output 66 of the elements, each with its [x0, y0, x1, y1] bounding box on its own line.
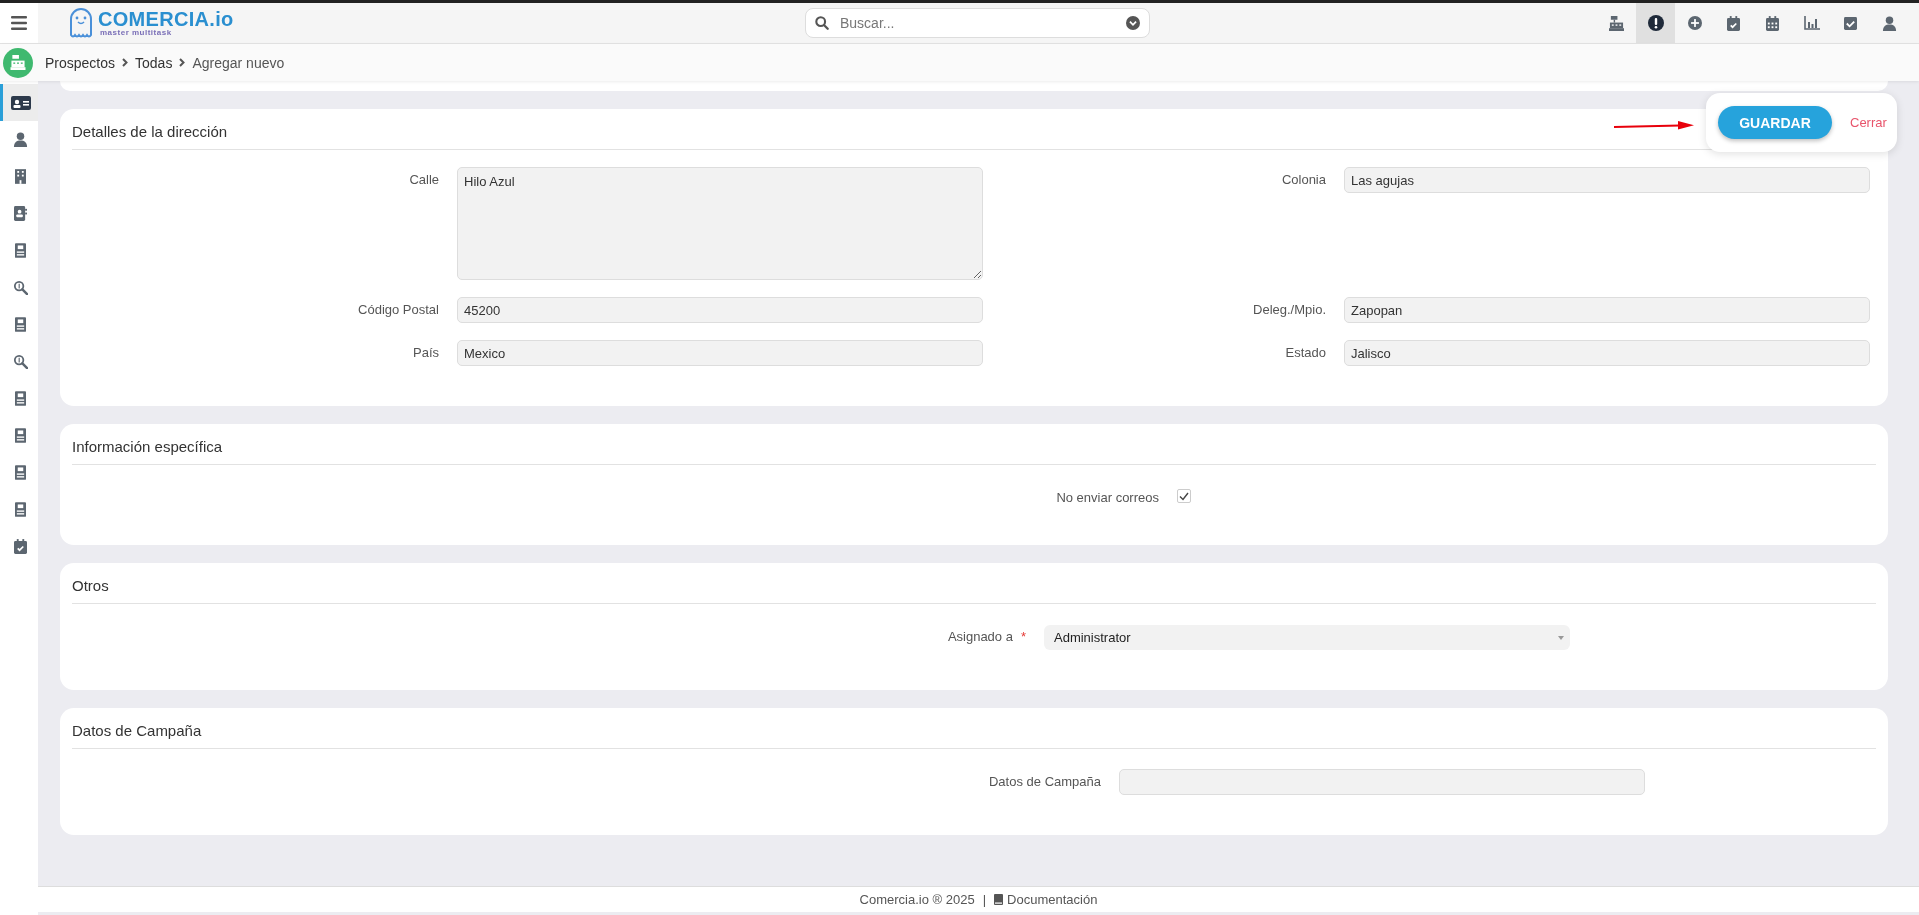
module-badge-icon: [3, 47, 33, 78]
document-icon: [15, 465, 26, 480]
document-icon: [15, 502, 26, 517]
logo-text: COMERCIA.io: [98, 9, 234, 29]
toolbar-button[interactable]: [1636, 3, 1675, 43]
mascot-logo-icon: [68, 7, 94, 39]
select-field[interactable]: Administrator: [1044, 625, 1570, 650]
book-icon: [994, 894, 1004, 905]
input-field[interactable]: Zapopan: [1344, 297, 1870, 323]
input-field[interactable]: Mexico: [457, 340, 983, 366]
documentation-link[interactable]: Documentación: [994, 892, 1098, 907]
money-search-icon: [13, 280, 28, 295]
chevron-right-icon: [179, 58, 186, 67]
input-field[interactable]: 45200: [457, 297, 983, 323]
bar-chart-icon: [1803, 16, 1820, 30]
document-icon: [15, 317, 26, 332]
id-card-icon: [10, 94, 31, 111]
logo-tagline: master multitask: [100, 29, 173, 37]
search-icon: [815, 16, 829, 30]
sidebar-item[interactable]: [0, 84, 38, 121]
breadcrumb-link[interactable]: Todas: [135, 54, 173, 71]
document-icon: [15, 243, 26, 258]
section-title: Información específica: [72, 438, 223, 455]
cash-register-icon: [1609, 15, 1624, 31]
user-icon: [13, 132, 28, 147]
field-label: Código Postal: [358, 302, 439, 317]
building-icon: [15, 169, 26, 184]
calendar-icon: [1766, 15, 1779, 31]
document-icon: [15, 391, 26, 406]
text-area[interactable]: Hilo Azul: [457, 167, 983, 280]
field-label: Colonia: [1281, 172, 1326, 187]
menu-icon: [11, 16, 27, 30]
chevron-right-icon: [122, 58, 129, 67]
separator: |: [982, 892, 987, 907]
input-field[interactable]: Las agujas: [1344, 167, 1870, 193]
money-search-icon: [13, 354, 28, 369]
input-field[interactable]: Jalisco: [1344, 340, 1870, 366]
checkbox-icon: [1844, 16, 1857, 30]
caret-icon: [1558, 635, 1564, 640]
section-title: Datos de Campaña: [72, 722, 202, 739]
copyright-text: Comercia.io ® 2025: [859, 892, 975, 907]
field-label: Asignado a: [947, 629, 1013, 644]
breadcrumb-link[interactable]: Prospectos: [45, 54, 116, 71]
input-field[interactable]: [1119, 769, 1645, 795]
field-label: Calle: [409, 172, 439, 187]
dropdown-icon: [1126, 16, 1140, 30]
search-field[interactable]: Buscar...: [805, 8, 1150, 38]
field-label: Estado: [1285, 345, 1326, 360]
section-title: Otros: [72, 577, 109, 594]
field-label: No enviar correos: [1056, 490, 1159, 505]
user-icon: [1882, 15, 1897, 31]
calendar-check-icon: [1727, 15, 1740, 31]
field-label: Datos de Campaña: [989, 774, 1101, 789]
breadcrumb-link[interactable]: Agregar nuevo: [192, 54, 285, 71]
section-title: Detalles de la dirección: [72, 123, 228, 140]
menu-button[interactable]: [0, 3, 38, 43]
plus-circle-icon: [1687, 16, 1702, 30]
field-label: País: [413, 345, 439, 360]
alert-icon: [1647, 15, 1664, 31]
contact-book-icon: [14, 206, 27, 221]
required-mark: *: [1020, 629, 1026, 644]
field-label: Deleg./Mpio.: [1253, 302, 1326, 317]
calendar-check-icon: [14, 539, 27, 554]
document-icon: [15, 428, 26, 443]
close-link[interactable]: Cerrar: [1850, 115, 1887, 130]
checkbox[interactable]: [1177, 489, 1191, 503]
